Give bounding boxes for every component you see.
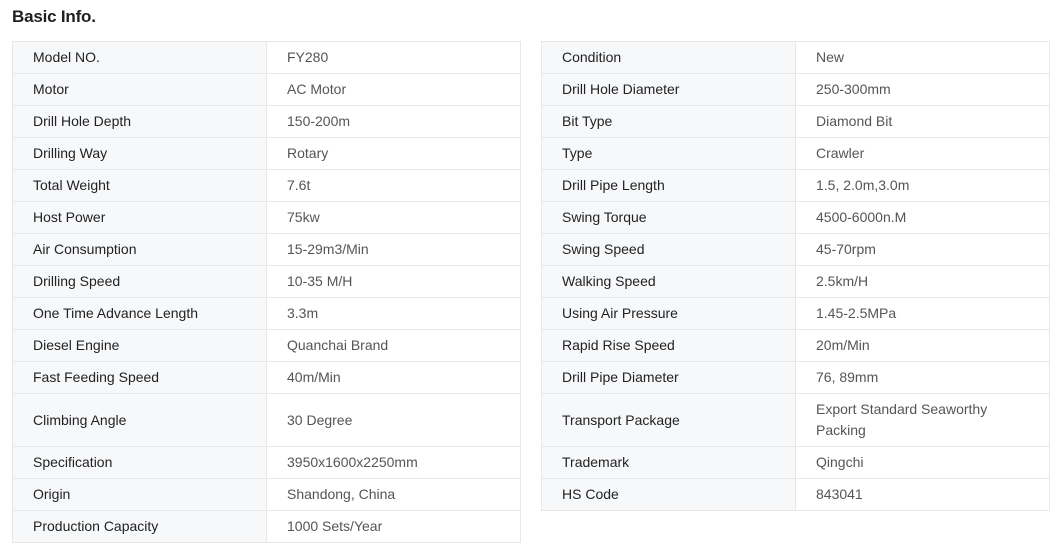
spec-value: Diamond Bit — [795, 105, 1050, 138]
spec-label: Host Power — [12, 201, 267, 234]
spec-row: Using Air Pressure 1.45-2.5MPa — [541, 297, 1050, 330]
spec-row: Motor AC Motor — [12, 73, 521, 106]
spec-label: Origin — [12, 478, 267, 511]
spec-label: Specification — [12, 446, 267, 479]
spec-row: Walking Speed 2.5km/H — [541, 265, 1050, 298]
spec-row: Trademark Qingchi — [541, 446, 1050, 479]
spec-row: Drilling Speed 10-35 M/H — [12, 265, 521, 298]
spec-value: 1.5, 2.0m,3.0m — [795, 169, 1050, 202]
spec-label: Transport Package — [541, 393, 796, 447]
spec-row: HS Code 843041 — [541, 478, 1050, 511]
spec-row: One Time Advance Length 3.3m — [12, 297, 521, 330]
spec-label: Condition — [541, 41, 796, 74]
spec-value: Qingchi — [795, 446, 1050, 479]
spec-value: Rotary — [266, 137, 521, 170]
spec-label: Swing Torque — [541, 201, 796, 234]
spec-table-left: Model NO. FY280 Motor AC Motor Drill Hole De… — [12, 41, 521, 543]
spec-value: Crawler — [795, 137, 1050, 170]
spec-label: Rapid Rise Speed — [541, 329, 796, 362]
spec-value: 20m/Min — [795, 329, 1050, 362]
spec-row: Diesel Engine Quanchai Brand — [12, 329, 521, 362]
spec-row: Condition New — [541, 41, 1050, 74]
spec-row: Rapid Rise Speed 20m/Min — [541, 329, 1050, 362]
section-title: Basic Info. — [12, 7, 96, 26]
spec-value: 75kw — [266, 201, 521, 234]
spec-value: 15-29m3/Min — [266, 233, 521, 266]
spec-row: Drill Pipe Diameter 76, 89mm — [541, 361, 1050, 394]
spec-label: Walking Speed — [541, 265, 796, 298]
spec-row: Type Crawler — [541, 137, 1050, 170]
spec-label: Drill Pipe Diameter — [541, 361, 796, 394]
spec-value: Shandong, China — [266, 478, 521, 511]
spec-row: Fast Feeding Speed 40m/Min — [12, 361, 521, 394]
spec-value: 40m/Min — [266, 361, 521, 394]
spec-value: 150-200m — [266, 105, 521, 138]
spec-row: Total Weight 7.6t — [12, 169, 521, 202]
spec-label: Drilling Way — [12, 137, 267, 170]
spec-label: Drill Hole Depth — [12, 105, 267, 138]
spec-value: 250-300mm — [795, 73, 1050, 106]
spec-row: Model NO. FY280 — [12, 41, 521, 74]
spec-value: 76, 89mm — [795, 361, 1050, 394]
spec-label: Drilling Speed — [12, 265, 267, 298]
spec-label: Drill Hole Diameter — [541, 73, 796, 106]
spec-value: Quanchai Brand — [266, 329, 521, 362]
spec-label: Drill Pipe Length — [541, 169, 796, 202]
spec-value: 1000 Sets/Year — [266, 510, 521, 543]
spec-value: FY280 — [266, 41, 521, 74]
spec-label: Bit Type — [541, 105, 796, 138]
spec-label: Motor — [12, 73, 267, 106]
spec-label: Model NO. — [12, 41, 267, 74]
spec-label: Swing Speed — [541, 233, 796, 266]
spec-label: Total Weight — [12, 169, 267, 202]
spec-value: 30 Degree — [266, 393, 521, 447]
spec-row: Air Consumption 15-29m3/Min — [12, 233, 521, 266]
spec-label: Diesel Engine — [12, 329, 267, 362]
spec-label: Trademark — [541, 446, 796, 479]
spec-label: Air Consumption — [12, 233, 267, 266]
spec-row: Origin Shandong, China — [12, 478, 521, 511]
spec-value: 843041 — [795, 478, 1050, 511]
spec-row: Drilling Way Rotary — [12, 137, 521, 170]
spec-value: 7.6t — [266, 169, 521, 202]
spec-value: 3950x1600x2250mm — [266, 446, 521, 479]
spec-label: Type — [541, 137, 796, 170]
spec-row: Production Capacity 1000 Sets/Year — [12, 510, 521, 543]
spec-value: 4500-6000n.M — [795, 201, 1050, 234]
spec-value: AC Motor — [266, 73, 521, 106]
spec-row: Climbing Angle 30 Degree — [12, 393, 521, 447]
spec-row: Swing Torque 4500-6000n.M — [541, 201, 1050, 234]
spec-label: One Time Advance Length — [12, 297, 267, 330]
spec-label: Using Air Pressure — [541, 297, 796, 330]
spec-row: Drill Hole Diameter 250-300mm — [541, 73, 1050, 106]
spec-label: Climbing Angle — [12, 393, 267, 447]
spec-value: 2.5km/H — [795, 265, 1050, 298]
spec-row: Bit Type Diamond Bit — [541, 105, 1050, 138]
spec-value: Export Standard Seaworthy Packing — [795, 393, 1050, 447]
spec-row: Transport Package Export Standard Seawort… — [541, 393, 1050, 447]
spec-row: Drill Hole Depth 150-200m — [12, 105, 521, 138]
spec-value: 10-35 M/H — [266, 265, 521, 298]
spec-value: 3.3m — [266, 297, 521, 330]
spec-row: Host Power 75kw — [12, 201, 521, 234]
spec-label: Production Capacity — [12, 510, 267, 543]
spec-label: Fast Feeding Speed — [12, 361, 267, 394]
spec-value: 1.45-2.5MPa — [795, 297, 1050, 330]
spec-label: HS Code — [541, 478, 796, 511]
spec-table-right: Condition New Drill Hole Diameter 250-300mm… — [541, 41, 1050, 511]
spec-row: Swing Speed 45-70rpm — [541, 233, 1050, 266]
spec-value: 45-70rpm — [795, 233, 1050, 266]
spec-row: Specification 3950x1600x2250mm — [12, 446, 521, 479]
spec-value: New — [795, 41, 1050, 74]
spec-row: Drill Pipe Length 1.5, 2.0m,3.0m — [541, 169, 1050, 202]
